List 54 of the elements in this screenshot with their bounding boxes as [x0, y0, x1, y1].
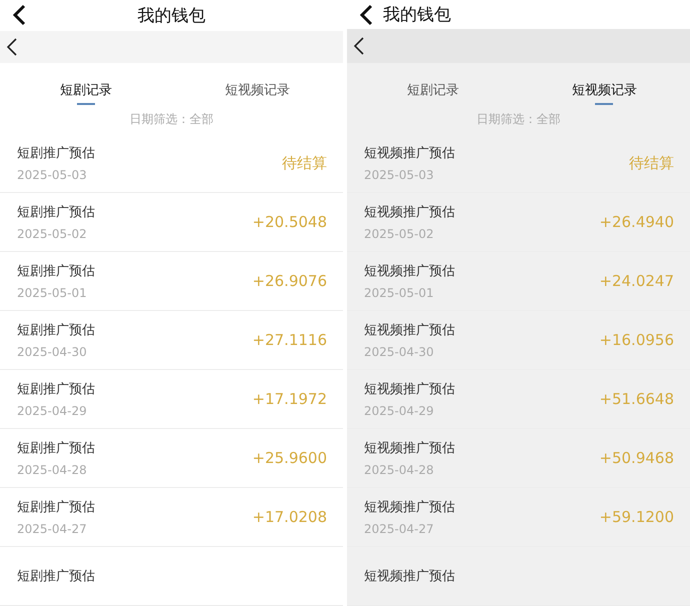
record-title: 短剧推广预估 — [17, 145, 95, 162]
record-date: 2025-04-28 — [364, 463, 435, 477]
record-title: 短视频推广预估 — [364, 204, 455, 221]
record-date: 2025-04-27 — [364, 522, 435, 536]
record-amount: +24.0247 — [599, 272, 674, 290]
back-icon[interactable] — [359, 4, 373, 26]
record-amount: +16.0956 — [599, 331, 674, 349]
record-title: 短剧推广预估 — [17, 440, 95, 457]
record-amount: +17.1972 — [252, 390, 327, 408]
record-amount: +25.9600 — [252, 449, 327, 467]
record-date: 2025-04-27 — [17, 522, 88, 536]
record-amount: +17.0208 — [252, 508, 327, 526]
record-amount: 待结算 — [629, 154, 674, 172]
back-icon[interactable] — [353, 37, 365, 56]
tab[interactable]: 短剧记录 — [347, 75, 518, 105]
tab[interactable]: 短剧记录 — [0, 75, 172, 105]
record-title: 短视频推广预估 — [364, 568, 455, 585]
record-date: 2025-05-01 — [17, 286, 88, 300]
record-title: 短视频推广预估 — [364, 381, 455, 398]
record-title: 短剧推广预估 — [17, 381, 95, 398]
back-icon[interactable] — [12, 4, 26, 26]
record-date: 2025-04-30 — [364, 345, 435, 359]
record-date: 2025-05-03 — [17, 168, 88, 182]
record-title: 短视频推广预估 — [364, 145, 455, 162]
record-title: 短剧推广预估 — [17, 204, 95, 221]
record-title: 短视频推广预估 — [364, 263, 455, 280]
record-date: 2025-05-03 — [364, 168, 435, 182]
record-title: 短视频推广预估 — [364, 499, 455, 516]
record-amount: +26.4940 — [599, 213, 674, 231]
record-title: 短视频推广预估 — [364, 440, 455, 457]
record-amount: +59.1200 — [599, 508, 674, 526]
record-amount: +26.9076 — [252, 272, 327, 290]
record-title: 短剧推广预估 — [17, 499, 95, 516]
record-date: 2025-04-30 — [17, 345, 88, 359]
record-title: 短剧推广预估 — [17, 568, 95, 585]
record-title: 短剧推广预估 — [17, 322, 95, 339]
tab[interactable]: 短视频记录 — [518, 75, 690, 105]
record-amount: +50.9468 — [599, 449, 674, 467]
record-amount: +20.5048 — [252, 213, 327, 231]
page-title: 我的钱包 — [383, 4, 451, 26]
record-date: 2025-04-29 — [364, 404, 435, 418]
tab[interactable]: 短视频记录 — [172, 75, 343, 105]
record-amount: 待结算 — [282, 154, 327, 172]
record-title: 短视频推广预估 — [364, 322, 455, 339]
record-date: 2025-04-28 — [17, 463, 88, 477]
record-date: 2025-05-02 — [17, 227, 88, 241]
page-title: 我的钱包 — [138, 4, 206, 27]
record-date: 2025-05-01 — [364, 286, 435, 300]
record-amount: +27.1116 — [252, 331, 327, 349]
record-date: 2025-05-02 — [364, 227, 435, 241]
back-icon[interactable] — [6, 38, 18, 56]
record-amount: +51.6648 — [599, 390, 674, 408]
record-date: 2025-04-29 — [17, 404, 88, 418]
record-title: 短剧推广预估 — [17, 263, 95, 280]
